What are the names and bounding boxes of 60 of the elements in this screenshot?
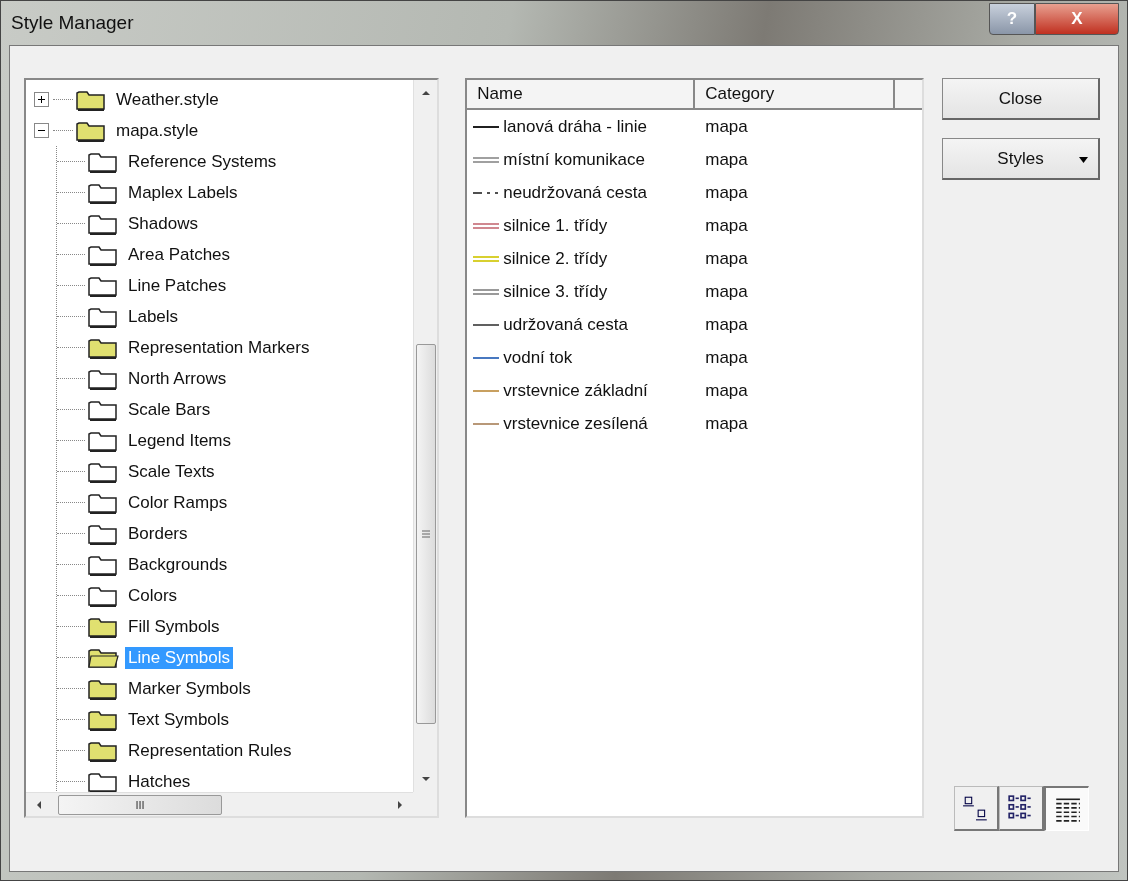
tree-item[interactable]: Scale Texts xyxy=(125,460,218,483)
list-view-button[interactable] xyxy=(998,786,1044,831)
scroll-thumb[interactable]: III xyxy=(58,794,222,815)
details-view-button[interactable] xyxy=(1043,786,1089,831)
tree-item[interactable]: Marker Symbols xyxy=(125,677,254,700)
table-cell-text: mapa xyxy=(704,215,748,236)
tree-item[interactable]: Hatches xyxy=(125,770,194,792)
collapse-icon[interactable] xyxy=(34,123,49,138)
tree-item[interactable]: Reference Systems xyxy=(125,150,280,173)
tree-item[interactable]: Color Ramps xyxy=(125,491,231,514)
tree-item[interactable]: Representation Markers xyxy=(125,336,313,359)
scroll-up-icon[interactable] xyxy=(420,88,431,98)
symbol-name[interactable]: místní komunikace xyxy=(503,149,645,170)
tree-item[interactable]: Text Symbols xyxy=(125,708,233,731)
table-cell-text: mapa xyxy=(704,413,748,434)
tree-item[interactable]: Backgrounds xyxy=(125,553,231,576)
symbol-name[interactable]: vrstevnice základní xyxy=(503,380,648,401)
tree-item[interactable]: Borders xyxy=(125,522,191,545)
table-cell-text: mapa xyxy=(704,149,748,170)
table-cell-text: mapa xyxy=(704,347,748,368)
expand-icon[interactable] xyxy=(34,92,49,107)
tree-item[interactable]: Labels xyxy=(125,305,182,328)
column-header[interactable]: Category xyxy=(695,80,896,110)
window-title: Style Manager xyxy=(11,12,134,34)
tree-item[interactable]: Shadows xyxy=(125,212,201,235)
symbol-name[interactable]: neudržovaná cesta xyxy=(503,182,647,203)
symbol-name[interactable]: vodní tok xyxy=(503,347,573,368)
tree-item[interactable]: North Arrows xyxy=(125,367,230,390)
caret-icon xyxy=(1079,157,1088,163)
symbol-name[interactable]: silnice 2. třídy xyxy=(503,248,608,269)
scroll-thumb[interactable] xyxy=(415,344,436,724)
icons-view-icon xyxy=(961,794,990,822)
tree-item[interactable]: Maplex Labels xyxy=(125,181,241,204)
tree-item[interactable]: Area Patches xyxy=(125,243,234,266)
horizontal-scrollbar[interactable]: III xyxy=(26,792,414,816)
table-cell-text: mapa xyxy=(704,314,748,335)
close-button[interactable]: Close xyxy=(942,78,1100,120)
symbol-name[interactable]: udržovaná cesta xyxy=(503,314,628,335)
tree-item[interactable]: Scale Bars xyxy=(125,398,214,421)
column-header[interactable]: Name xyxy=(467,80,696,110)
symbol-name[interactable]: vrstevnice zesílená xyxy=(503,413,648,434)
tree-item[interactable]: mapa.style xyxy=(113,119,202,142)
symbol-name[interactable]: silnice 3. třídy xyxy=(503,281,608,302)
icons-view-button[interactable] xyxy=(953,786,999,831)
tree-item[interactable]: Representation Rules xyxy=(125,739,295,762)
table-cell-text: mapa xyxy=(704,182,748,203)
vertical-scrollbar[interactable] xyxy=(413,80,438,792)
table-cell-text: mapa xyxy=(704,116,748,137)
tree-item[interactable]: Legend Items xyxy=(125,429,234,452)
table-cell-text: mapa xyxy=(704,281,748,302)
tree-item[interactable]: Colors xyxy=(125,584,181,607)
table-cell-text: mapa xyxy=(704,248,748,269)
symbol-name[interactable]: silnice 1. třídy xyxy=(503,215,608,236)
symbol-name[interactable]: lanová dráha - linie xyxy=(503,116,647,137)
tree-item[interactable]: Weather.style xyxy=(113,88,222,111)
tree-item[interactable]: Line Patches xyxy=(125,274,230,297)
tree-item[interactable]: Fill Symbols xyxy=(125,615,223,638)
table-cell-text: mapa xyxy=(704,380,748,401)
scroll-down-icon[interactable] xyxy=(420,774,431,784)
styles-dropdown-button[interactable]: Styles xyxy=(942,138,1100,180)
